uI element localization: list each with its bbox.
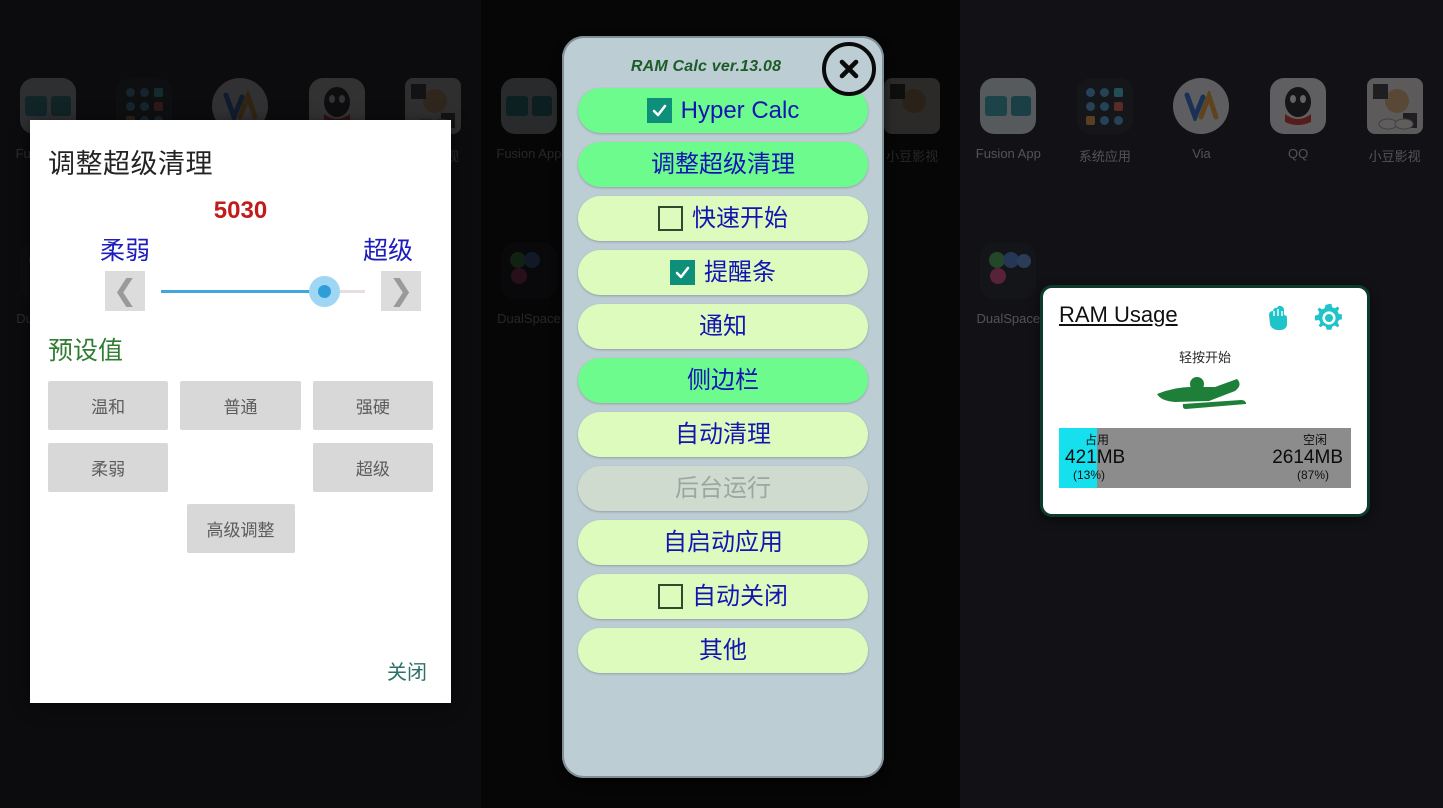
menu-pill-label: 自动关闭 — [692, 582, 788, 610]
ram-usage-widget: RAM Usage 轻按开始 占用 421MB (13%) 空闲 2614MB … — [1040, 285, 1370, 517]
dualspace-icon — [500, 243, 557, 299]
preset-button[interactable]: 强硬 — [312, 381, 433, 430]
ram-free-segment: 空闲 2614MB (87%) — [1272, 428, 1343, 488]
menu-pill[interactable]: 自启动应用 — [578, 520, 868, 565]
preset-heading: 预设值 — [48, 337, 124, 365]
app-label: DualSpace — [976, 311, 1041, 326]
close-x-icon[interactable] — [822, 42, 876, 96]
qq-icon — [1270, 78, 1327, 134]
menu-pill-label: 其他 — [699, 636, 747, 664]
sledding-figure-icon — [1059, 368, 1351, 420]
menu-pill[interactable]: 通知 — [578, 304, 868, 349]
menu-pill[interactable]: 调整超级清理 — [578, 142, 868, 187]
ram-used-percent: (13%) — [1073, 467, 1106, 482]
menu-pill-label: Hyper Calc — [680, 96, 800, 124]
slider-row: ❮ ❯ — [30, 267, 451, 311]
slider-label-weak: 柔弱 — [100, 237, 151, 265]
dialog-footer: 关闭 — [387, 656, 427, 685]
slider-value-row: 5030 — [30, 197, 451, 225]
ram-used-segment: 占用 421MB (13%) — [1065, 428, 1125, 488]
system-apps-folder-icon — [1076, 78, 1133, 134]
fusion-app-icon — [980, 78, 1037, 134]
menu-pill[interactable]: 自动清理 — [578, 412, 868, 457]
screen-center: Fusion App 系统应用 Via QQ 小豆影视 DualSpace — [481, 0, 960, 808]
menu-pill[interactable]: 其他 — [578, 628, 868, 673]
via-browser-icon — [1173, 78, 1230, 134]
screen-left: Fusion App 系统应用 Via QQ 小豆影视 — [0, 0, 481, 808]
app-label: Fusion App — [975, 146, 1041, 161]
ram-free-amount: 2614MB — [1272, 447, 1343, 468]
checkbox-unchecked-icon[interactable] — [658, 584, 683, 609]
app-cell[interactable]: 小豆影视 — [1346, 70, 1443, 235]
menu-pill-label: 侧边栏 — [687, 366, 759, 394]
close-button[interactable]: 关闭 — [387, 662, 427, 684]
menu-pill-label: 后台运行 — [675, 474, 771, 502]
xiaodou-video-icon — [884, 78, 941, 134]
menu-pill[interactable]: Hyper Calc — [578, 88, 868, 133]
app-cell[interactable]: 系统应用 — [1057, 70, 1154, 235]
widget-header: RAM Usage — [1059, 302, 1351, 339]
slider-increment-button[interactable]: ❯ — [381, 271, 421, 311]
ram-used-amount: 421MB — [1065, 447, 1126, 468]
menu-pill-label: 调整超级清理 — [651, 150, 795, 178]
slider-value: 5030 — [213, 197, 268, 224]
widget-icon-row — [1265, 302, 1351, 339]
menu-pill-label: 提醒条 — [704, 258, 776, 286]
dualspace-icon — [980, 243, 1037, 299]
fusion-app-icon — [500, 78, 557, 134]
menu-pill[interactable]: 快速开始 — [578, 196, 868, 241]
fist-icon[interactable] — [1265, 304, 1291, 337]
slider-track-area[interactable] — [161, 271, 365, 311]
menu-pill-list: Hyper Calc 调整超级清理快速开始提醒条通知侧边栏自动清理后台运行自启动应… — [578, 88, 868, 673]
app-label: 系统应用 — [1078, 149, 1131, 164]
slider-decrement-button[interactable]: ❮ — [105, 271, 145, 311]
advanced-row: 高级调整 — [30, 504, 451, 553]
page-title: 调整超级清理 — [48, 149, 213, 179]
screen-right: Fusion App 系统应用 Via QQ 小豆影视 DualSpace RA… — [960, 0, 1443, 808]
app-cell[interactable]: Via — [1153, 70, 1250, 235]
app-label: 小豆影视 — [886, 149, 939, 164]
sheet-header: RAM Calc ver.13.08 — [578, 36, 876, 96]
preset-button[interactable]: 超级 — [312, 443, 433, 492]
app-label: DualSpace — [497, 311, 561, 326]
slider-endpoint-labels: 柔弱 超级 — [30, 225, 451, 267]
app-label: 小豆影视 — [1368, 149, 1421, 164]
menu-pill-label: 通知 — [699, 312, 747, 340]
xiaodou-video-icon — [1366, 78, 1423, 134]
app-cell[interactable]: QQ — [1250, 70, 1347, 235]
checkbox-unchecked-icon[interactable] — [658, 206, 683, 231]
menu-pill[interactable]: 自动关闭 — [578, 574, 868, 619]
advanced-tune-button[interactable]: 高级调整 — [186, 504, 295, 553]
widget-hint: 轻按开始 — [1178, 350, 1231, 365]
preset-button[interactable]: 温和 — [48, 381, 169, 430]
app-label: Fusion App — [496, 146, 562, 161]
ram-free-percent: (87%) — [1296, 467, 1329, 482]
menu-pill[interactable]: 侧边栏 — [578, 358, 868, 403]
menu-pill-label: 自动清理 — [675, 420, 771, 448]
menu-pill-label: 自启动应用 — [663, 528, 783, 556]
preset-button-grid: 温和 普通 强硬柔弱 超级 — [30, 367, 451, 492]
menu-pill: 后台运行 — [578, 466, 868, 511]
app-cell[interactable]: Fusion App — [960, 70, 1057, 235]
preset-button[interactable]: 普通 — [180, 381, 301, 430]
ramcalc-menu-sheet: RAM Calc ver.13.08 Hyper Calc 调整超级清理快速开始提… — [562, 36, 884, 778]
checkbox-checked-icon[interactable] — [646, 98, 672, 123]
preset-slot-empty — [180, 443, 300, 492]
menu-pill-label: 快速开始 — [692, 204, 788, 232]
slider-label-super: 超级 — [362, 237, 413, 265]
ram-free-caption: 空闲 — [1302, 433, 1327, 447]
checkbox-checked-icon[interactable] — [670, 260, 695, 285]
preset-button[interactable]: 柔弱 — [48, 443, 169, 492]
ram-usage-bar: 占用 421MB (13%) 空闲 2614MB (87%) — [1059, 428, 1351, 488]
slider-fill — [161, 290, 325, 293]
widget-title: RAM Usage — [1059, 302, 1178, 327]
ram-used-caption: 占用 — [1085, 433, 1110, 447]
gear-icon[interactable] — [1313, 302, 1345, 339]
menu-pill[interactable]: 提醒条 — [578, 250, 868, 295]
app-label: QQ — [1287, 146, 1309, 161]
tune-supercleanup-dialog: 调整超级清理 5030 柔弱 超级 ❮ ❯ 预设值 温和 普通 强硬 柔弱 超级 高级调… — [30, 120, 451, 703]
app-label: Via — [1192, 146, 1211, 161]
